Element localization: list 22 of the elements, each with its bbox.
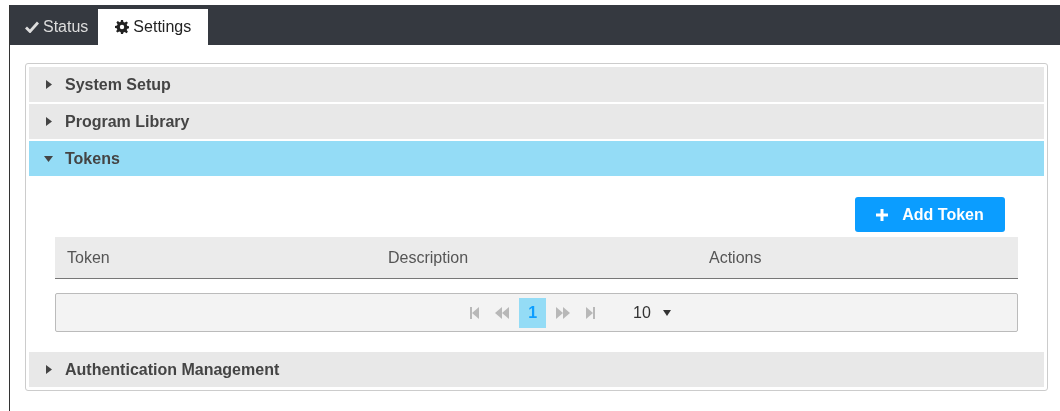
gear-icon (115, 20, 130, 34)
page-size-dropdown[interactable]: 10 (633, 300, 671, 325)
plus-icon (876, 208, 889, 221)
caret-right-icon (45, 80, 52, 89)
accordion-header[interactable]: System Setup (29, 67, 1044, 102)
caret-right-icon (45, 365, 52, 374)
accordion-header[interactable]: Authentication Management (29, 352, 1044, 387)
tab[interactable]: Settings (98, 9, 209, 45)
column-header: Description (388, 248, 469, 266)
rewind-icon (495, 306, 510, 319)
check-icon (25, 21, 39, 33)
column-header: Token (67, 248, 110, 266)
caret-down-icon (44, 155, 53, 162)
accordion-header[interactable]: Tokens (29, 141, 1044, 176)
tab[interactable]: Status (15, 9, 99, 45)
skip-forward-icon (586, 306, 596, 319)
skip-back-icon (470, 306, 480, 319)
caret-right-icon (45, 117, 52, 126)
accordion-header[interactable]: Program Library (29, 104, 1044, 139)
fast-forward-icon (556, 306, 571, 319)
column-header: Actions (709, 248, 762, 266)
caret-down-icon (662, 309, 671, 316)
